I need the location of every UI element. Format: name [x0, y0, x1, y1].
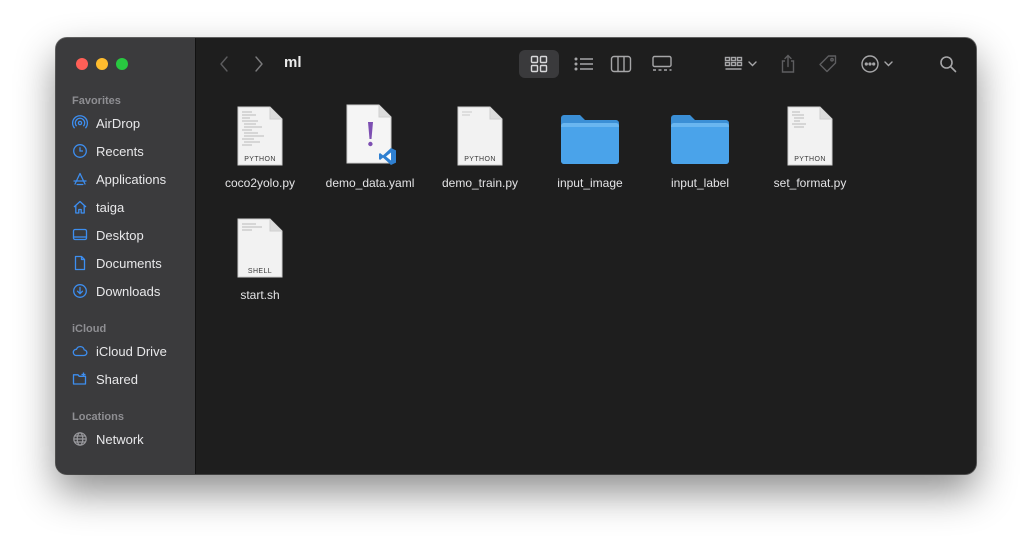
airdrop-icon: [72, 115, 88, 129]
sidebar-item-airdrop[interactable]: AirDrop: [72, 112, 140, 134]
folder-icon: [671, 115, 729, 164]
clock-icon: [73, 144, 87, 158]
icon-view-button[interactable]: [519, 50, 559, 78]
cloud-icon: [72, 346, 88, 357]
group-by-button[interactable]: [722, 52, 762, 76]
sidebar-item-applications[interactable]: Applications: [72, 168, 166, 190]
list-view-button[interactable]: [570, 52, 598, 76]
file-type-tag: SHELL: [247, 268, 273, 275]
gallery-icon: [652, 55, 672, 71]
chevron-left-icon: [220, 56, 228, 72]
yaml-vscode-file-icon: [346, 104, 396, 165]
sidebar-item-label: Desktop: [96, 227, 144, 243]
file-item-start-sh[interactable]: SHELL start.sh: [205, 216, 315, 302]
toolbar: ml: [196, 38, 976, 90]
sidebar-item-desktop[interactable]: Desktop: [72, 224, 144, 246]
file-name: set_format.py: [773, 176, 847, 190]
locations-section-title: Locations: [72, 411, 124, 423]
sidebar-item-label: Network: [96, 431, 144, 447]
file-item-set-format[interactable]: PYTHON set_format.py: [755, 104, 865, 190]
globe-icon: [73, 432, 87, 446]
action-menu-button[interactable]: [858, 52, 898, 76]
column-view-button[interactable]: [608, 52, 634, 76]
file-name: start.sh: [240, 288, 280, 302]
tags-button[interactable]: [816, 52, 840, 76]
forward-button[interactable]: [249, 54, 269, 74]
file-name: input_image: [557, 176, 623, 190]
group-grid-icon: [724, 56, 757, 70]
sidebar-item-label: iCloud Drive: [96, 343, 167, 359]
sidebar-item-documents[interactable]: Documents: [72, 252, 162, 274]
sidebar-item-icloud-drive[interactable]: iCloud Drive: [72, 340, 167, 362]
folder-item-input-image[interactable]: input_image: [535, 104, 645, 190]
sidebar-item-label: Documents: [96, 255, 162, 271]
folder-icon: [561, 115, 619, 164]
sidebar-item-downloads[interactable]: Downloads: [72, 280, 160, 302]
sidebar-item-recents[interactable]: Recents: [72, 140, 144, 162]
sidebar-item-taiga[interactable]: taiga: [72, 196, 124, 218]
shared-folder-icon: [72, 372, 87, 385]
file-item-demo-train[interactable]: PYTHON demo_train.py: [425, 104, 535, 190]
window-title: ml: [284, 54, 302, 71]
home-icon: [73, 200, 87, 214]
zoom-window-button[interactable]: [116, 58, 128, 70]
share-button[interactable]: [776, 52, 800, 76]
sidebar-item-label: Downloads: [96, 283, 161, 299]
sidebar-item-label: Shared: [96, 371, 138, 387]
file-type-tag: PYTHON: [794, 156, 826, 163]
download-icon: [73, 284, 87, 298]
file-name: demo_train.py: [441, 176, 519, 190]
share-icon: [781, 54, 795, 73]
file-type-tag: PYTHON: [244, 156, 276, 163]
sidebar-item-label: AirDrop: [96, 115, 141, 131]
sidebar-item-label: taiga: [96, 199, 125, 215]
desktop-icon: [72, 228, 88, 241]
applications-icon: [73, 172, 87, 186]
file-name: demo_data.yaml: [325, 176, 415, 190]
sidebar-item-shared[interactable]: Shared: [72, 368, 138, 390]
file-type-tag: PYTHON: [464, 156, 496, 163]
file-name: input_label: [670, 176, 730, 190]
file-item-demo-data-yaml[interactable]: ! demo_data.yaml: [315, 104, 425, 190]
search-button[interactable]: [936, 52, 960, 76]
chevron-right-icon: [255, 56, 263, 72]
tag-icon: [819, 55, 837, 73]
gallery-view-button[interactable]: [648, 52, 676, 76]
back-button[interactable]: [214, 54, 234, 74]
file-item-coco2yolo[interactable]: PYTHON coco2yolo.py: [205, 104, 315, 190]
finder-window: Favorites AirDrop Recents Applications t…: [56, 38, 976, 474]
file-name: coco2yolo.py: [224, 176, 296, 190]
sidebar-item-label: Applications: [96, 171, 167, 187]
traffic-lights: [76, 58, 128, 70]
sidebar-item-label: Recents: [96, 143, 144, 159]
icloud-section-title: iCloud: [72, 323, 107, 335]
ellipsis-circle-icon: [861, 55, 893, 73]
sidebar: Favorites AirDrop Recents Applications t…: [56, 38, 196, 474]
sidebar-item-network[interactable]: Network: [72, 428, 144, 450]
close-window-button[interactable]: [76, 58, 88, 70]
minimize-window-button[interactable]: [96, 58, 108, 70]
list-icon: [574, 57, 593, 71]
folder-item-input-label[interactable]: input_label: [645, 104, 755, 190]
columns-icon: [610, 55, 632, 73]
document-icon: [74, 255, 86, 271]
favorites-section-title: Favorites: [72, 95, 121, 107]
file-browser: ml PYTHON coco2yolo.py demo_data.yaml PY…: [196, 38, 976, 474]
grid-icon: [530, 55, 548, 73]
search-icon: [940, 56, 957, 73]
